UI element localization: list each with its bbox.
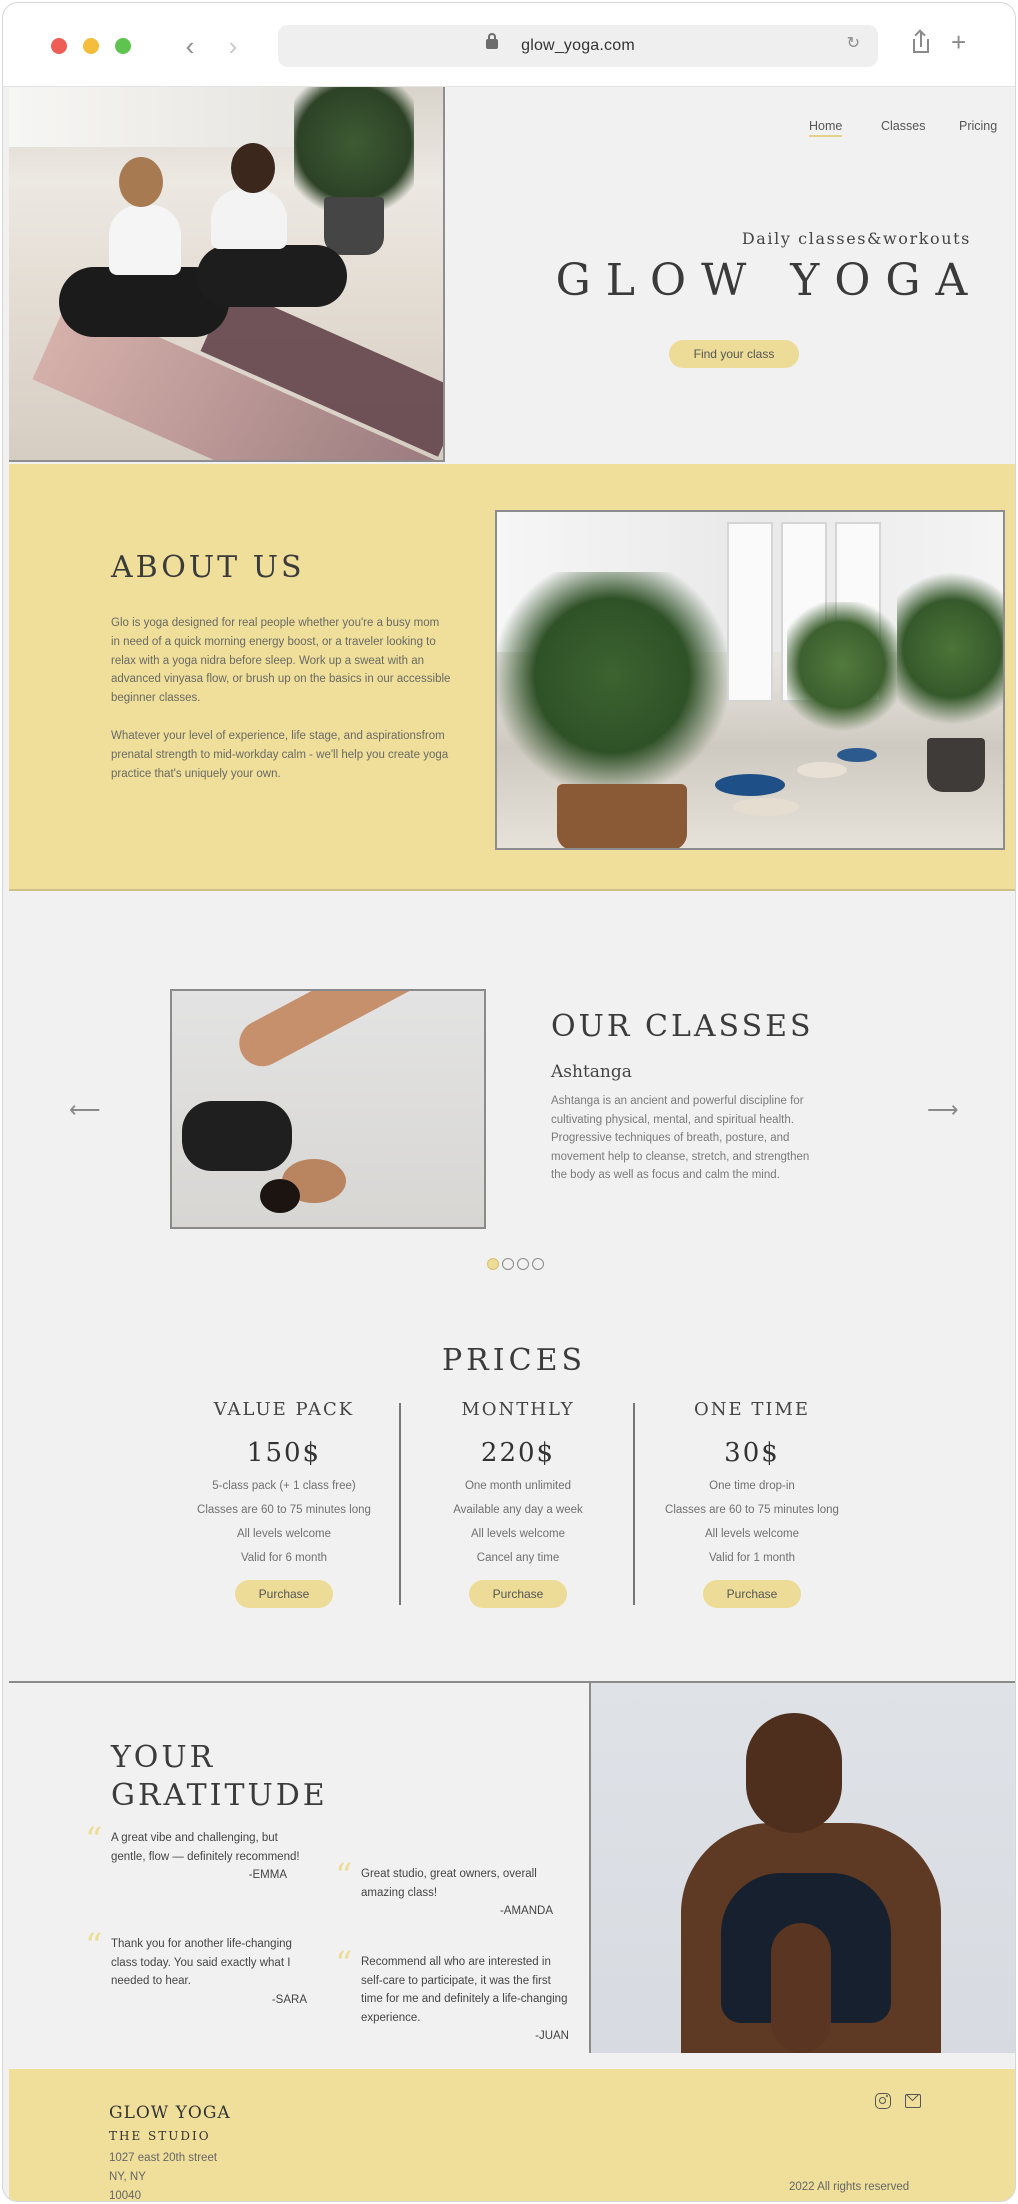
carousel-dot[interactable] xyxy=(502,1258,514,1270)
plan-name: VALUE PACK xyxy=(213,1399,355,1420)
nav-classes[interactable]: Classes xyxy=(881,119,925,133)
maximize-window-button[interactable] xyxy=(115,38,131,54)
address-line: 1027 east 20th street xyxy=(109,2152,218,2164)
hero-subtitle: Daily classes&workouts xyxy=(741,229,971,248)
plan-feature: All levels welcome xyxy=(237,1528,331,1540)
copyright-text: 2022 All rights reserved xyxy=(789,2181,910,2193)
instagram-icon[interactable] xyxy=(875,2093,891,2109)
forward-icon[interactable]: › xyxy=(218,29,248,63)
testimonial: “ Thank you for another life-changing cl… xyxy=(85,1929,307,2009)
plan-name: MONTHLY xyxy=(461,1399,575,1420)
plan-feature: Classes are 60 to 75 minutes long xyxy=(197,1504,371,1516)
next-class-arrow-icon[interactable]: ⟶ xyxy=(927,1097,959,1123)
about-text: Glo is yoga designed for real people whe… xyxy=(111,614,451,783)
back-icon[interactable]: ‹ xyxy=(175,29,205,63)
carousel-dot[interactable] xyxy=(532,1258,544,1270)
nav-home[interactable]: Home xyxy=(809,119,843,137)
plan-price: 30$ xyxy=(724,1438,780,1468)
plan-feature: All levels welcome xyxy=(705,1528,799,1540)
carousel-dot[interactable] xyxy=(517,1258,529,1270)
testimonial-text: Recommend all who are interested in self… xyxy=(361,1956,568,2024)
testimonial-author: -EMMA xyxy=(248,1869,287,1881)
class-description: Ashtanga is an ancient and powerful disc… xyxy=(551,1095,810,1181)
share-icon[interactable] xyxy=(909,29,933,61)
plan-feature: One month unlimited xyxy=(464,1480,572,1492)
price-divider xyxy=(633,1403,635,1605)
price-plan-monthly: MONTHLY 220$ One month unlimited Availab… xyxy=(413,1399,623,1608)
minimize-window-button[interactable] xyxy=(83,38,99,54)
plan-features: 5-class pack (+ 1 class free) Classes ar… xyxy=(179,1474,389,1570)
plan-feature: Cancel any time xyxy=(476,1552,560,1564)
testimonial: “ Recommend all who are interested in se… xyxy=(335,1947,569,2046)
plan-feature: 5-class pack (+ 1 class free) xyxy=(212,1480,356,1492)
address-line: 10040 xyxy=(109,2190,141,2202)
address-line: NY, NY xyxy=(109,2171,146,2183)
hero-title: GLOW YOGA xyxy=(555,255,983,306)
price-plan-value-pack: VALUE PACK 150$ 5-class pack (+ 1 class … xyxy=(179,1399,389,1608)
price-divider xyxy=(399,1403,401,1605)
quote-mark-icon: “ xyxy=(335,1944,353,1984)
ashtanga-class-photo xyxy=(170,989,486,1229)
quote-mark-icon: “ xyxy=(85,1926,103,1966)
plan-features: One month unlimited Available any day a … xyxy=(413,1474,623,1570)
plan-feature: All levels welcome xyxy=(471,1528,565,1540)
reload-icon[interactable]: ↻ xyxy=(847,33,860,53)
testimonial-text: Thank you for another life-changing clas… xyxy=(111,1938,292,1987)
quote-mark-icon: “ xyxy=(335,1856,353,1896)
footer-studio-heading: THE STUDIO xyxy=(109,2129,211,2143)
purchase-button[interactable]: Purchase xyxy=(703,1580,801,1608)
testimonial-text: Great studio, great owners, overall amaz… xyxy=(361,1868,537,1899)
carousel-dots xyxy=(487,1257,547,1271)
footer-brand: GLOW YOGA xyxy=(109,2103,231,2123)
price-plan-one-time: ONE TIME 30$ One time drop-in Classes ar… xyxy=(647,1399,857,1608)
class-name: Ashtanga xyxy=(551,1062,632,1082)
mail-icon[interactable] xyxy=(905,2094,921,2108)
plan-feature: Valid for 1 month xyxy=(708,1552,796,1564)
close-window-button[interactable] xyxy=(51,38,67,54)
gratitude-title: YOUR GRATITUDE xyxy=(111,1739,328,1815)
classes-title: OUR CLASSES xyxy=(551,1009,814,1044)
plan-feature: Valid for 6 month xyxy=(240,1552,328,1564)
quote-mark-icon: “ xyxy=(85,1820,103,1860)
gratitude-title-line: YOUR xyxy=(111,1740,216,1775)
testimonial: “ Great studio, great owners, overall am… xyxy=(335,1859,553,1921)
carousel-dot[interactable] xyxy=(487,1258,499,1270)
about-section: ABOUT US Glo is yoga designed for real p… xyxy=(9,464,1015,891)
gratitude-title-line: GRATITUDE xyxy=(111,1778,328,1813)
testimonial-text: A great vibe and challenging, but gentle… xyxy=(111,1832,300,1863)
testimonial-author: -AMANDA xyxy=(499,1905,553,1917)
purchase-button[interactable]: Purchase xyxy=(235,1580,333,1608)
plan-feature: Classes are 60 to 75 minutes long xyxy=(665,1504,839,1516)
about-paragraph: Whatever your level of experience, life … xyxy=(111,729,449,780)
plan-price: 220$ xyxy=(480,1438,556,1468)
plan-name: ONE TIME xyxy=(693,1399,811,1420)
meditating-woman-photo xyxy=(589,1683,1015,2053)
plan-price: 150$ xyxy=(246,1438,322,1468)
find-class-button[interactable]: Find your class xyxy=(669,340,799,368)
testimonial: “ A great vibe and challenging, but gent… xyxy=(85,1823,307,1885)
prices-title: PRICES xyxy=(441,1343,587,1378)
website: Home Classes Pricing Daily classes&worko… xyxy=(9,87,1015,2202)
footer-address: 1027 east 20th street NY, NY 10040 xyxy=(109,2149,218,2202)
plan-features: One time drop-in Classes are 60 to 75 mi… xyxy=(647,1474,857,1570)
testimonial-author: -SARA xyxy=(271,1993,307,2006)
previous-class-arrow-icon[interactable]: ⟵ xyxy=(69,1097,101,1123)
browser-window: ‹ › glow_yoga.com ↻ + Home Classes Prici… xyxy=(2,2,1016,2202)
address-bar[interactable]: glow_yoga.com ↻ xyxy=(278,25,878,67)
plan-feature: One time drop-in xyxy=(709,1480,795,1492)
nav-pricing[interactable]: Pricing xyxy=(959,119,997,133)
about-paragraph: Glo is yoga designed for real people whe… xyxy=(111,617,451,705)
footer: GLOW YOGA THE STUDIO 1027 east 20th stre… xyxy=(9,2069,1015,2202)
browser-toolbar: ‹ › glow_yoga.com ↻ + xyxy=(3,3,1015,87)
purchase-button[interactable]: Purchase xyxy=(469,1580,567,1608)
about-title: ABOUT US xyxy=(111,550,305,585)
url-text: glow_yoga.com xyxy=(521,37,635,54)
hero-photo-two-women-yoga xyxy=(9,87,445,462)
studio-interior-photo xyxy=(495,510,1005,850)
new-tab-icon[interactable]: + xyxy=(951,27,966,58)
testimonial-author: -JUAN xyxy=(535,2030,569,2042)
plan-feature: Available any day a week xyxy=(453,1504,583,1516)
